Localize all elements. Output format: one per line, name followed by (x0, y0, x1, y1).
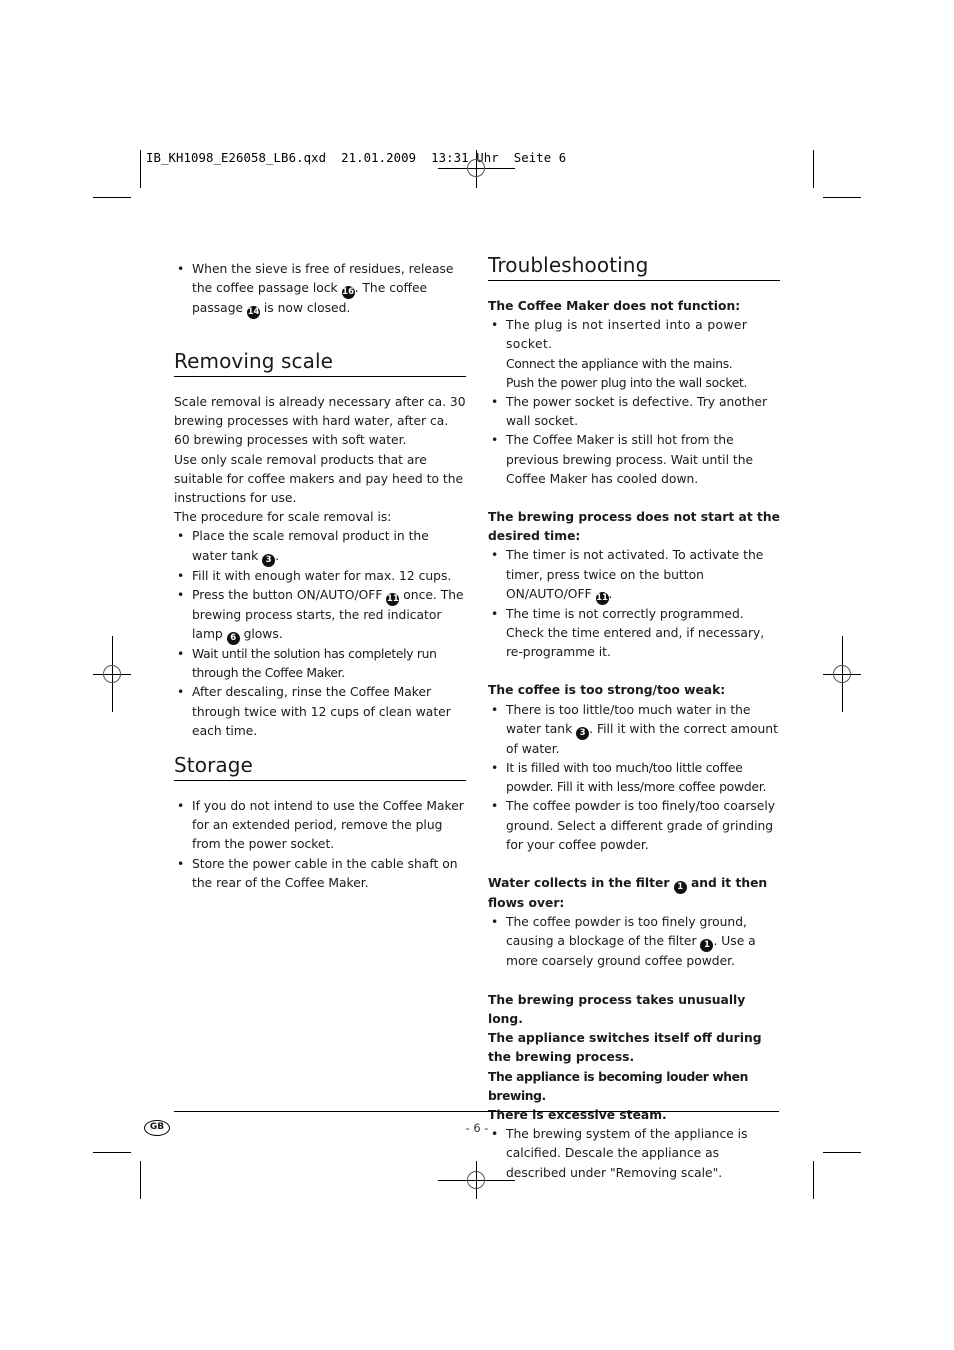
crop-mark-top-right-v (813, 150, 814, 188)
part-number-6-icon: 6 (226, 632, 240, 646)
storage-section: Storage If you do not intend to use the … (174, 752, 466, 893)
not-function-list: The plug is not inserted into a power so… (488, 316, 780, 489)
part-number-11-icon: 11 (386, 592, 400, 606)
crop-mark-bottom-left-h (93, 1152, 131, 1153)
list-item: The time is not correctly programmed. Ch… (488, 605, 780, 663)
issue-heading-not-function: The Coffee Maker does not function: (488, 299, 741, 313)
part-number-11-icon: 11 (595, 591, 609, 605)
slug-time: 13:31 Uhr (431, 151, 499, 165)
list-item: Press the button ON/AUTO/OFF 11 once. Th… (174, 586, 466, 646)
list-item: It is filled with too much/too little co… (488, 759, 780, 797)
list-item: Place the scale removal product in the w… (174, 527, 466, 567)
troubleshooting-section: Troubleshooting The Coffee Maker does no… (488, 252, 780, 1183)
crop-mark-bottom-right-h (823, 1152, 861, 1153)
removing-scale-section: Removing scale Scale removal is already … (174, 348, 466, 741)
list-item: If you do not intend to use the Coffee M… (174, 797, 466, 855)
issue-heading-strength: The coffee is too strong/too weak: (488, 683, 726, 698)
troubleshooting-heading: Troubleshooting (488, 252, 780, 281)
part-number-1-icon: 1 (700, 939, 714, 953)
print-slug: IB_KH1098_E26058_LB6.qxd 21.01.2009 13:3… (146, 151, 566, 165)
list-item: The coffee powder is too finely ground, … (488, 913, 780, 971)
list-item: Fill it with enough water for max. 12 cu… (174, 567, 466, 586)
storage-list: If you do not intend to use the Coffee M… (174, 797, 466, 893)
slug-date: 21.01.2009 (341, 151, 417, 165)
scale-para-2: Use only scale removal products that are… (174, 452, 464, 506)
page-number: - 6 - (465, 1121, 489, 1135)
part-number-1-icon: 1 (673, 881, 687, 895)
not-start-list: The timer is not activated. To activate … (488, 546, 780, 662)
scale-para-3: The procedure for scale removal is: (174, 510, 392, 525)
slug-filename: IB_KH1098_E26058_LB6.qxd (146, 151, 327, 165)
strength-list: There is too little/too much water in th… (488, 701, 780, 855)
left-column: When the sieve is free of residues, rele… (174, 260, 466, 320)
crop-mark-top-left-h (93, 197, 131, 198)
crop-mark-top-left-v (140, 150, 141, 188)
filter-overflow-list: The coffee powder is too finely ground, … (488, 913, 780, 971)
part-number-14-icon: 14 (246, 306, 260, 320)
list-item: After descaling, rinse the Coffee Maker … (174, 683, 466, 741)
storage-heading: Storage (174, 752, 466, 781)
scale-para-1: Scale removal is already necessary after… (174, 395, 466, 448)
list-item: The Coffee Maker is still hot from the p… (488, 431, 780, 489)
list-item: The power socket is defective. Try anoth… (488, 393, 780, 431)
list-item: Store the power cable in the cable shaft… (174, 855, 466, 893)
issue-heading-filter-overflow: Water collects in the filter 1 and it th… (488, 876, 768, 911)
list-item: When the sieve is free of residues, rele… (174, 260, 466, 320)
issue-heading-calcified: The brewing process takes unusually long… (488, 992, 762, 1122)
issue-heading-not-start: The brewing process does not start at th… (488, 510, 780, 544)
list-item: There is too little/too much water in th… (488, 701, 780, 759)
language-badge: GB (144, 1120, 170, 1136)
removing-scale-heading: Removing scale (174, 348, 466, 377)
slug-page: Seite 6 (513, 151, 567, 165)
list-item: The brewing system of the appliance is c… (488, 1125, 780, 1183)
calcified-list: The brewing system of the appliance is c… (488, 1125, 780, 1183)
crop-mark-bottom-right-v (813, 1161, 814, 1199)
part-number-3-icon: 3 (576, 726, 590, 740)
footer-rule (174, 1111, 779, 1112)
sieve-bullet-list: When the sieve is free of residues, rele… (174, 260, 466, 320)
part-number-16-icon: 16 (341, 286, 355, 300)
crop-mark-bottom-left-v (140, 1161, 141, 1199)
part-number-3-icon: 3 (262, 553, 276, 567)
list-item: The coffee powder is too finely/too coar… (488, 797, 780, 855)
crop-mark-top-right-h (823, 197, 861, 198)
list-item: The plug is not inserted into a power so… (488, 316, 780, 393)
list-item: The timer is not activated. To activate … (488, 546, 780, 605)
scale-steps-list: Place the scale removal product in the w… (174, 527, 466, 741)
list-item: Wait until the solution has completely r… (174, 645, 466, 683)
